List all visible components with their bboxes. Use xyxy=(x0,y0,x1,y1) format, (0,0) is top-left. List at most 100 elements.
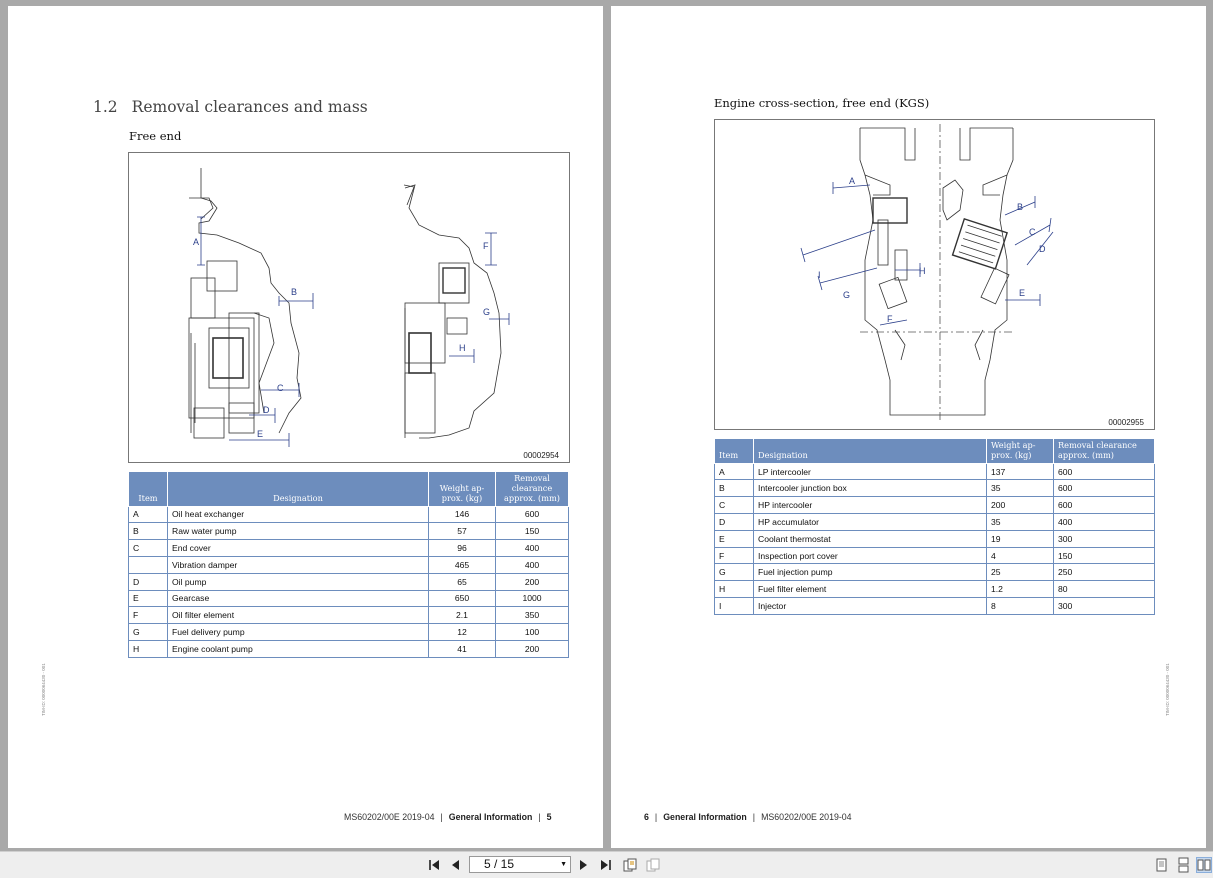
document-page-left: 1.2 Removal clearances and mass Free end xyxy=(8,6,603,848)
footer-chapter: General Information xyxy=(663,812,747,822)
table-row: G Fuel injection pump 25 250 xyxy=(714,563,1155,582)
cell-clearance: 300 xyxy=(1053,597,1155,615)
column-header-item: Item xyxy=(714,438,754,464)
side-document-id: TIM-ID: 0000064430 - 001 xyxy=(1165,663,1170,716)
cell-clearance: 200 xyxy=(495,572,569,591)
cell-weight: 57 xyxy=(428,522,496,541)
figure-label-d: D xyxy=(1039,244,1046,254)
document-page-right: Engine cross-section, free end (KGS) A B… xyxy=(611,6,1206,848)
two-page-icon[interactable] xyxy=(1196,857,1212,873)
table-row: F Oil filter element 2.1 350 xyxy=(128,606,569,625)
column-header-weight: Weight ap- prox. (kg) xyxy=(428,471,496,507)
copy-page-icon[interactable] xyxy=(621,856,639,874)
continuous-page-icon[interactable] xyxy=(1175,857,1191,873)
figure-label-c: C xyxy=(277,383,284,393)
cell-weight: 2.1 xyxy=(428,606,496,625)
cell-designation: Gearcase xyxy=(167,589,429,608)
side-document-id: TIM-ID: 0000064430 - 001 xyxy=(41,663,46,716)
section-number: 1.2 xyxy=(93,98,118,116)
cell-designation: Engine coolant pump xyxy=(167,639,429,658)
figure-label-h: H xyxy=(919,266,926,276)
figure-labels: A B C D E F G H I xyxy=(818,176,1046,324)
cell-item: F xyxy=(128,606,168,625)
cell-designation: HP accumulator xyxy=(753,513,987,531)
engine-drawing-free-end: A B C D E F G H 00002954 xyxy=(128,152,570,463)
footer-chapter: General Information xyxy=(448,812,533,822)
figure-label-f: F xyxy=(483,241,489,251)
cell-weight: 4 xyxy=(986,546,1054,565)
cell-weight: 25 xyxy=(986,563,1054,582)
first-page-icon[interactable] xyxy=(425,856,443,874)
table-row: D HP accumulator 35 400 xyxy=(714,513,1155,531)
column-header-weight: Weight ap- prox. (kg) xyxy=(986,438,1054,464)
cell-designation: LP intercooler xyxy=(753,462,987,481)
cell-item: B xyxy=(128,522,168,541)
figure-label-b: B xyxy=(291,287,297,297)
cell-weight: 41 xyxy=(428,639,496,658)
cell-item xyxy=(128,555,168,574)
engine-cross-section-drawing: A B C D E F G H I 00002955 xyxy=(714,119,1155,430)
table-row: C HP intercooler 200 600 xyxy=(714,496,1155,515)
table-header-row: Item Designation Weight ap- prox. (kg) R… xyxy=(714,438,1155,464)
figure-id: 00002955 xyxy=(1108,418,1144,427)
cell-clearance: 300 xyxy=(1053,529,1155,548)
table-body: A Oil heat exchanger 146 600 B Raw water pump… xyxy=(128,505,569,658)
cell-item: A xyxy=(714,462,754,481)
cell-designation: Intercooler junction box xyxy=(753,479,987,498)
footer-doc-number: MS60202/00E 2019-04 xyxy=(344,812,435,822)
cell-designation: Inspection port cover xyxy=(753,546,987,565)
previous-page-icon[interactable] xyxy=(446,856,464,874)
cell-designation: Fuel delivery pump xyxy=(167,623,429,641)
section-title: Removal clearances and mass xyxy=(131,98,368,116)
column-header-designation: Designation xyxy=(167,471,429,507)
page-number-select[interactable]: 5 / 15 ▼ xyxy=(469,856,571,873)
cell-weight: 465 xyxy=(428,555,496,574)
table-row: E Gearcase 650 1000 xyxy=(128,589,569,608)
figure-label-f: F xyxy=(887,314,893,324)
paste-page-icon[interactable] xyxy=(644,856,662,874)
cell-designation: Injector xyxy=(753,597,987,615)
table-row: G Fuel delivery pump 12 100 xyxy=(128,623,569,641)
column-header-designation: Designation xyxy=(753,438,987,464)
cell-designation: Coolant thermostat xyxy=(753,529,987,548)
cell-item: A xyxy=(128,505,168,524)
cell-weight: 137 xyxy=(986,462,1054,481)
cell-clearance: 600 xyxy=(1053,462,1155,481)
cell-designation: Fuel injection pump xyxy=(753,563,987,582)
figure-label-a: A xyxy=(193,237,199,247)
cell-item: B xyxy=(714,479,754,498)
cell-clearance: 350 xyxy=(495,606,569,625)
cell-designation: Vibration damper xyxy=(167,555,429,574)
cell-clearance: 150 xyxy=(1053,546,1155,565)
cell-weight: 146 xyxy=(428,505,496,524)
figure-label-h: H xyxy=(459,343,466,353)
table-row: I Injector 8 300 xyxy=(714,597,1155,615)
single-page-icon[interactable] xyxy=(1153,857,1169,873)
next-page-icon[interactable] xyxy=(575,856,593,874)
cell-item: G xyxy=(714,563,754,582)
cell-clearance: 200 xyxy=(495,639,569,658)
removal-clearance-table: Item Designation Weight ap- prox. (kg) R… xyxy=(714,438,1155,615)
last-page-icon[interactable] xyxy=(597,856,615,874)
removal-clearance-table: Item Designation Weight ap- prox. (kg) R… xyxy=(128,471,569,658)
cell-weight: 200 xyxy=(986,496,1054,515)
cell-item: H xyxy=(714,580,754,599)
cell-weight: 12 xyxy=(428,623,496,641)
cell-designation: Oil pump xyxy=(167,572,429,591)
table-body: A LP intercooler 137 600 B Intercooler juncti… xyxy=(714,462,1155,615)
cell-clearance: 600 xyxy=(1053,479,1155,498)
cell-clearance: 400 xyxy=(495,555,569,574)
table-header-row: Item Designation Weight ap- prox. (kg) R… xyxy=(128,471,569,507)
footer-page-number: 6 xyxy=(644,812,649,822)
table-row: B Intercooler junction box 35 600 xyxy=(714,479,1155,498)
cell-weight: 96 xyxy=(428,539,496,557)
cell-item: D xyxy=(128,572,168,591)
table-row: Vibration damper 465 400 xyxy=(128,555,569,574)
figure-label-d: D xyxy=(263,405,270,415)
figure-label-c: C xyxy=(1029,227,1036,237)
footer-doc-number: MS60202/00E 2019-04 xyxy=(761,812,852,822)
column-header-clearance: Removal clearance approx. (mm) xyxy=(1053,438,1155,464)
cell-clearance: 400 xyxy=(495,539,569,557)
table-row: A LP intercooler 137 600 xyxy=(714,462,1155,481)
cell-weight: 35 xyxy=(986,513,1054,531)
